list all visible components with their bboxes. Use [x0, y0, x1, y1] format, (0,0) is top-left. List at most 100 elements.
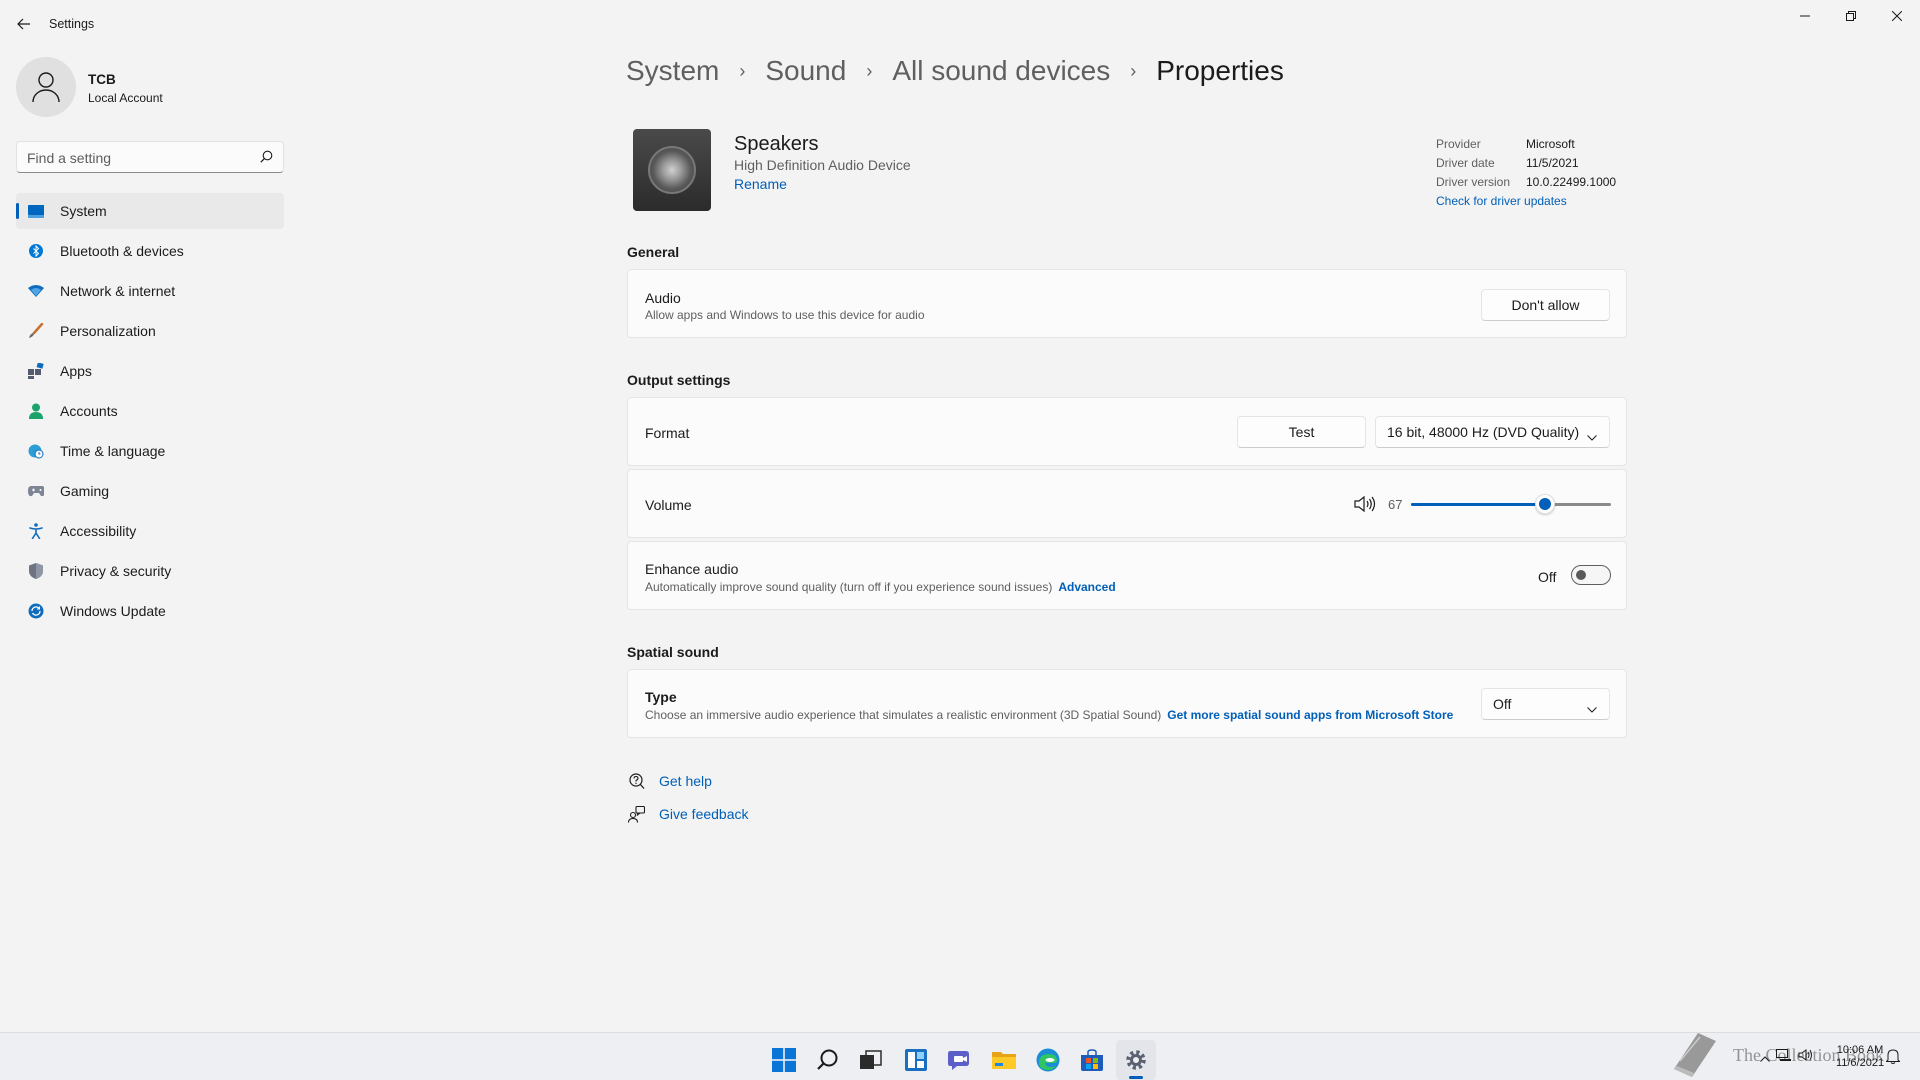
minimize-icon: [1800, 15, 1810, 17]
profile-name: TCB: [88, 72, 116, 87]
network-icon[interactable]: [1776, 1049, 1792, 1067]
breadcrumb-all-sound-devices[interactable]: All sound devices: [892, 55, 1110, 87]
page-title: Properties: [1156, 55, 1284, 86]
sidebar-item-apps[interactable]: Apps: [16, 353, 284, 389]
start-button[interactable]: [764, 1040, 804, 1080]
settings-taskbar-button[interactable]: [1116, 1040, 1156, 1080]
sidebar-item-label: Privacy & security: [60, 563, 172, 579]
rename-link[interactable]: Rename: [734, 176, 787, 192]
watermark-book-icon: [1668, 1031, 1720, 1080]
widgets-button[interactable]: [896, 1040, 936, 1080]
test-button[interactable]: Test: [1237, 416, 1366, 448]
audio-title: Audio: [645, 290, 681, 306]
sidebar-item-label: Gaming: [60, 483, 110, 499]
minimize-button[interactable]: [1782, 0, 1828, 32]
store-button[interactable]: [1072, 1040, 1112, 1080]
spatial-type-card: Type Choose an immersive audio experienc…: [627, 669, 1627, 738]
sidebar-item-time-language[interactable]: Time & language: [16, 433, 284, 469]
sidebar-item-label: Accounts: [60, 403, 118, 419]
spatial-type-value: Off: [1493, 696, 1512, 712]
restore-button[interactable]: [1828, 0, 1874, 32]
teams-chat-icon: [948, 1051, 969, 1070]
help-icon: [627, 772, 645, 790]
enhance-audio-desc-text: Automatically improve sound quality (tur…: [645, 580, 1053, 594]
get-help-label: Get help: [659, 773, 712, 789]
sidebar-item-windows-update[interactable]: Windows Update: [16, 593, 284, 629]
user-profile[interactable]: TCB Local Account: [16, 57, 286, 119]
sidebar-item-gaming[interactable]: Gaming: [16, 473, 284, 509]
tray-chevron-up-icon[interactable]: [1760, 1049, 1770, 1067]
sidebar-item-bluetooth[interactable]: Bluetooth & devices: [16, 233, 284, 269]
sidebar-item-system[interactable]: System: [16, 193, 284, 229]
get-help-link[interactable]: Get help: [627, 772, 712, 790]
chevron-down-icon: [1587, 428, 1597, 444]
accounts-icon: [28, 403, 44, 419]
volume-slider[interactable]: [1411, 494, 1611, 514]
provider-label: Provider: [1436, 136, 1481, 151]
file-explorer-button[interactable]: [984, 1040, 1024, 1080]
format-dropdown[interactable]: 16 bit, 48000 Hz (DVD Quality): [1375, 416, 1610, 448]
speaker-volume-icon[interactable]: [1354, 495, 1376, 518]
sidebar-item-accessibility[interactable]: Accessibility: [16, 513, 284, 549]
sidebar-item-label: Bluetooth & devices: [60, 243, 184, 259]
back-arrow-icon: [17, 18, 30, 30]
wifi-icon: [28, 283, 44, 299]
volume-tray-icon[interactable]: [1798, 1048, 1814, 1067]
close-button[interactable]: [1874, 0, 1920, 32]
title-bar: Settings: [0, 0, 1920, 48]
dont-allow-button[interactable]: Don't allow: [1481, 289, 1610, 321]
advanced-link[interactable]: Advanced: [1058, 580, 1115, 594]
search-icon[interactable]: [260, 150, 273, 168]
app-title: Settings: [49, 17, 95, 31]
section-title-output: Output settings: [627, 372, 731, 388]
format-dropdown-value: 16 bit, 48000 Hz (DVD Quality): [1387, 424, 1580, 440]
sidebar-item-label: Windows Update: [60, 603, 166, 619]
enhance-audio-toggle[interactable]: [1571, 565, 1611, 585]
sidebar-item-label: Accessibility: [60, 523, 137, 539]
start-icon: [772, 1048, 796, 1072]
spatial-type-dropdown[interactable]: Off: [1481, 688, 1610, 720]
check-driver-updates-link[interactable]: Check for driver updates: [1436, 191, 1636, 210]
provider-value: Microsoft: [1526, 136, 1575, 151]
volume-value: 67: [1388, 497, 1403, 512]
task-view-button[interactable]: [851, 1040, 891, 1080]
driver-info: Provider Microsoft Driver date 11/5/2021…: [1436, 134, 1636, 210]
chat-button[interactable]: [940, 1040, 980, 1080]
give-feedback-label: Give feedback: [659, 806, 749, 822]
breadcrumb: System › Sound › All sound devices › Pro…: [626, 55, 1284, 87]
taskbar: The Collection Book 10:06 AM 11/6/2021: [0, 1032, 1920, 1080]
driver-version-value: 10.0.22499.1000: [1526, 174, 1617, 189]
back-button[interactable]: [12, 12, 36, 36]
enhance-audio-card: Enhance audio Automatically improve soun…: [627, 541, 1627, 610]
profile-account-type: Local Account: [88, 91, 163, 105]
task-view-icon: [860, 1050, 882, 1069]
section-title-spatial: Spatial sound: [627, 644, 719, 660]
avatar: [16, 57, 76, 117]
enhance-audio-title: Enhance audio: [645, 561, 739, 577]
breadcrumb-separator: ›: [739, 60, 746, 81]
edge-button[interactable]: [1028, 1040, 1068, 1080]
format-card: Format Test 16 bit, 48000 Hz (DVD Qualit…: [627, 397, 1627, 466]
breadcrumb-system[interactable]: System: [626, 55, 719, 87]
driver-date-label: Driver date: [1436, 155, 1495, 170]
sidebar-item-privacy[interactable]: Privacy & security: [16, 553, 284, 589]
speaker-image: [633, 129, 711, 211]
sidebar-item-personalization[interactable]: Personalization: [16, 313, 284, 349]
search-input[interactable]: [27, 148, 247, 168]
person-icon: [32, 72, 60, 103]
brush-icon: [28, 323, 44, 339]
slider-thumb[interactable]: [1535, 494, 1555, 514]
sidebar-item-network[interactable]: Network & internet: [16, 273, 284, 309]
breadcrumb-sound[interactable]: Sound: [765, 55, 846, 87]
search-box[interactable]: [16, 141, 284, 173]
spatial-store-link[interactable]: Get more spatial sound apps from Microso…: [1167, 708, 1453, 722]
breadcrumb-separator: ›: [1130, 60, 1137, 81]
driver-version-label: Driver version: [1436, 174, 1511, 189]
taskbar-search-button[interactable]: [808, 1040, 848, 1080]
sidebar-item-accounts[interactable]: Accounts: [16, 393, 284, 429]
spatial-type-description: Choose an immersive audio experience tha…: [645, 708, 1453, 722]
give-feedback-link[interactable]: Give feedback: [627, 805, 749, 823]
sidebar-nav: System Bluetooth & devices Network & int…: [16, 193, 284, 633]
notification-icon[interactable]: [1885, 1048, 1901, 1069]
file-explorer-icon: [992, 1052, 1016, 1069]
